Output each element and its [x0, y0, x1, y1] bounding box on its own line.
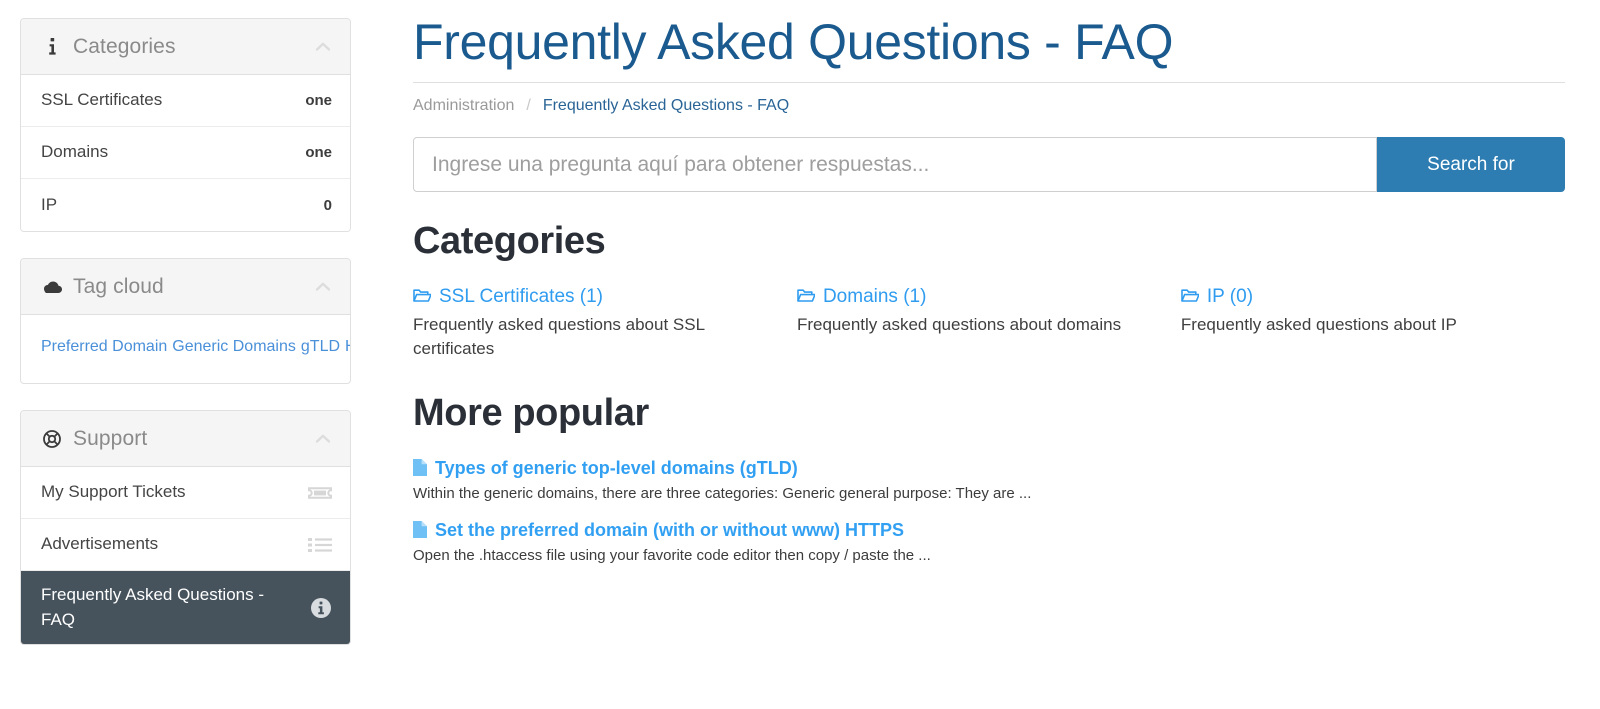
- article-item: Types of generic top-level domains (gTLD…: [413, 457, 1565, 505]
- sidebar-panel-tag-cloud: Tag cloud Preferred Domain Generic Domain…: [20, 258, 351, 384]
- breadcrumb-root[interactable]: Administration: [413, 97, 514, 115]
- sidebar-item-label: My Support Tickets: [41, 482, 186, 502]
- document-icon: [413, 459, 427, 481]
- category-description: Frequently asked questions about domains: [796, 314, 1122, 334]
- sidebar-item-label: Domains: [41, 142, 109, 162]
- sidebar-item-label: Frequently Asked Questions - FAQ: [41, 585, 265, 629]
- categories-panel-header[interactable]: Categories: [21, 19, 350, 75]
- title-divider: [413, 82, 1565, 83]
- category-link-ip[interactable]: IP (0): [1181, 285, 1525, 309]
- page-title: Frequently Asked Questions - FAQ: [413, 14, 1174, 70]
- cloud-icon: [41, 280, 63, 294]
- category-description: Frequently asked questions about IP: [1180, 314, 1457, 334]
- category-description: Frequently asked questions about SSL cer…: [413, 314, 705, 359]
- category-link-ssl-certificates[interactable]: SSL Certificates (1): [413, 285, 757, 309]
- chevron-up-icon[interactable]: [314, 38, 332, 56]
- sidebar-item-faq[interactable]: Frequently Asked Questions - FAQ: [21, 571, 350, 645]
- sidebar-item-label: IP: [41, 194, 58, 214]
- main-content: Frequently Asked Questions - FAQ Adminis…: [371, 0, 1600, 581]
- categories-grid: SSL Certificates (1) Frequently asked qu…: [413, 285, 1565, 362]
- category-name: SSL Certificates (1): [439, 286, 604, 307]
- search-button[interactable]: Search for: [1377, 137, 1565, 192]
- tag-link[interactable]: HTTPS: [345, 338, 350, 355]
- info-icon: [41, 37, 63, 56]
- sidebar-item-count: one: [305, 144, 332, 161]
- article-title: Types of generic top-level domains (gTLD…: [435, 458, 798, 479]
- article-snippet: Within the generic domains, there are th…: [413, 485, 1032, 503]
- support-panel-title: Support: [73, 426, 148, 450]
- categories-heading: Categories: [413, 220, 606, 262]
- sidebar-item-domains[interactable]: Domains one: [21, 127, 350, 179]
- tag-cloud-panel-header[interactable]: Tag cloud: [21, 259, 350, 315]
- sidebar-item-advertisements[interactable]: Advertisements: [21, 519, 350, 571]
- sidebar-item-label: Advertisements: [41, 534, 159, 554]
- categories-panel-title: Categories: [73, 34, 176, 58]
- faq-page: Categories SSL Certificates one Domains …: [0, 0, 1600, 709]
- lifebuoy-icon: [41, 429, 63, 448]
- tag-link[interactable]: gTLD: [301, 338, 340, 355]
- breadcrumb-current[interactable]: Frequently Asked Questions - FAQ: [543, 97, 789, 115]
- popular-heading: More popular: [413, 392, 649, 435]
- ticket-icon: [308, 485, 332, 501]
- folder-open-icon: [1181, 288, 1200, 308]
- category-card: Domains (1) Frequently asked questions a…: [797, 285, 1181, 362]
- sidebar-item-count: 0: [323, 196, 332, 214]
- info-circle-icon: [310, 597, 332, 619]
- article-snippet: Open the .htaccess file using your favor…: [413, 546, 931, 564]
- breadcrumb: Administration / Frequently Asked Questi…: [413, 97, 1565, 115]
- category-card: SSL Certificates (1) Frequently asked qu…: [413, 285, 797, 362]
- category-link-domains[interactable]: Domains (1): [797, 285, 1141, 309]
- sidebar-item-ssl-certificates[interactable]: SSL Certificates one: [21, 75, 350, 127]
- sidebar: Categories SSL Certificates one Domains …: [0, 0, 371, 671]
- folder-open-icon: [413, 288, 432, 308]
- category-name: Domains (1): [822, 286, 927, 307]
- article-link-preferred-domain[interactable]: Set the preferred domain (with or withou…: [413, 519, 1565, 543]
- article-link-gtld[interactable]: Types of generic top-level domains (gTLD…: [413, 457, 1565, 481]
- sidebar-item-my-support-tickets[interactable]: My Support Tickets: [21, 467, 350, 519]
- search-bar: Search for: [413, 137, 1565, 192]
- breadcrumb-separator: /: [526, 97, 531, 114]
- tag-link[interactable]: Generic Domains: [172, 338, 296, 355]
- article-item: Set the preferred domain (with or withou…: [413, 519, 1565, 567]
- search-input[interactable]: [413, 137, 1377, 192]
- list-icon: [308, 537, 332, 553]
- sidebar-panel-support: Support My Support Tickets Advertisement…: [20, 410, 351, 646]
- article-title: Set the preferred domain (with or withou…: [435, 519, 905, 540]
- chevron-up-icon[interactable]: [314, 430, 332, 448]
- sidebar-item-ip[interactable]: IP 0: [21, 179, 350, 231]
- sidebar-item-label: SSL Certificates: [41, 90, 163, 110]
- category-name: IP (0): [1206, 286, 1254, 307]
- sidebar-item-count: one: [305, 92, 332, 109]
- category-card: IP (0) Frequently asked questions about …: [1181, 285, 1565, 362]
- tag-cloud-panel-title: Tag cloud: [73, 274, 164, 298]
- document-icon: [413, 520, 427, 543]
- chevron-up-icon[interactable]: [314, 278, 332, 296]
- folder-open-icon: [797, 288, 816, 308]
- tag-link[interactable]: Preferred Domain: [41, 338, 167, 355]
- tag-cloud-list: Preferred Domain Generic Domains gTLD HTTPS…: [21, 315, 350, 383]
- sidebar-panel-categories: Categories SSL Certificates one Domains …: [20, 18, 351, 232]
- support-panel-header[interactable]: Support: [21, 411, 350, 467]
